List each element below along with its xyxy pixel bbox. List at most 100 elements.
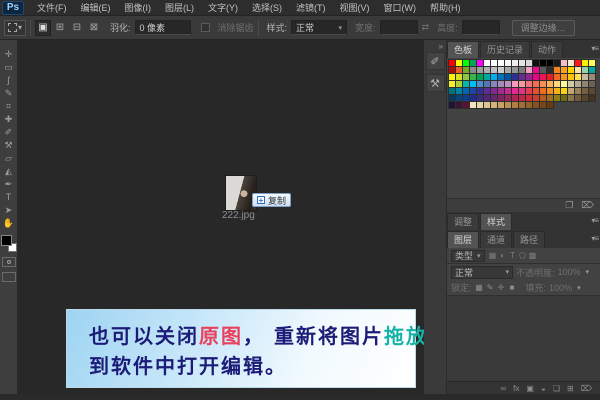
smart-object-filter-icon[interactable]: ▩ — [528, 251, 538, 260]
color-swatch[interactable] — [547, 67, 553, 73]
lock-position-icon[interactable]: ✛ — [497, 283, 506, 292]
color-swatch[interactable] — [582, 95, 588, 101]
color-swatch[interactable] — [456, 102, 462, 108]
add-to-selection-button[interactable]: ⊞ — [52, 20, 68, 36]
color-swatch[interactable] — [589, 60, 595, 66]
tab-layer-1[interactable]: 通道 — [480, 231, 512, 248]
new-layer-icon[interactable]: ⊞ — [567, 384, 574, 393]
color-swatch[interactable] — [505, 74, 511, 80]
color-swatch[interactable] — [519, 102, 525, 108]
color-swatch[interactable] — [589, 95, 595, 101]
intersect-selection-button[interactable]: ⊠ — [86, 20, 102, 36]
color-swatch[interactable] — [491, 81, 497, 87]
color-swatch[interactable] — [456, 74, 462, 80]
color-swatch[interactable] — [519, 95, 525, 101]
color-swatch[interactable] — [512, 60, 518, 66]
color-swatch[interactable] — [540, 74, 546, 80]
layers-list[interactable] — [447, 296, 600, 381]
color-swatch[interactable] — [547, 74, 553, 80]
color-swatch[interactable] — [554, 88, 560, 94]
color-swatch[interactable] — [519, 88, 525, 94]
color-swatch[interactable] — [575, 60, 581, 66]
lasso-tool[interactable]: ʃ — [1, 74, 17, 87]
adjustment-layer-icon[interactable]: ◒ — [541, 384, 546, 393]
lock-all-icon[interactable]: ■ — [508, 283, 517, 292]
color-swatch[interactable] — [582, 60, 588, 66]
color-swatch[interactable] — [512, 81, 518, 87]
color-swatch[interactable] — [449, 95, 455, 101]
color-swatch[interactable] — [477, 60, 483, 66]
color-swatch[interactable] — [505, 81, 511, 87]
color-swatch[interactable] — [456, 60, 462, 66]
color-swatch[interactable] — [533, 74, 539, 80]
color-swatch[interactable] — [568, 88, 574, 94]
color-swatch[interactable] — [470, 74, 476, 80]
color-swatch[interactable] — [568, 67, 574, 73]
color-swatch[interactable] — [561, 95, 567, 101]
color-swatch[interactable] — [575, 95, 581, 101]
color-swatch[interactable] — [463, 74, 469, 80]
color-swatch[interactable] — [540, 60, 546, 66]
color-swatch[interactable] — [449, 74, 455, 80]
shape-filter-icon[interactable]: ⬠ — [518, 251, 528, 260]
menu-item-8[interactable]: 窗口(W) — [377, 0, 424, 16]
marquee-tool[interactable]: ▭ — [1, 61, 17, 74]
opacity-value[interactable]: 100% — [558, 267, 581, 277]
type-tool[interactable]: T — [1, 191, 17, 204]
color-swatch[interactable] — [589, 81, 595, 87]
color-swatch[interactable] — [498, 81, 504, 87]
menu-item-4[interactable]: 文字(Y) — [201, 0, 245, 16]
color-swatch[interactable] — [582, 88, 588, 94]
tab-layer-0[interactable]: 图层 — [447, 231, 479, 248]
color-swatch[interactable] — [533, 60, 539, 66]
color-swatch[interactable] — [589, 67, 595, 73]
crop-tool[interactable]: ⌗ — [1, 100, 17, 113]
color-swatch[interactable] — [540, 88, 546, 94]
color-swatch[interactable] — [533, 67, 539, 73]
color-swatch[interactable] — [547, 102, 553, 108]
color-swatch[interactable] — [561, 81, 567, 87]
color-swatch[interactable] — [449, 88, 455, 94]
color-swatch[interactable] — [547, 95, 553, 101]
color-swatch[interactable] — [526, 81, 532, 87]
color-swatch[interactable] — [484, 102, 490, 108]
color-swatch[interactable] — [456, 81, 462, 87]
lock-transparency-icon[interactable]: ▦ — [475, 283, 484, 292]
color-swatch[interactable] — [512, 67, 518, 73]
color-swatch[interactable] — [477, 74, 483, 80]
color-swatch[interactable] — [505, 88, 511, 94]
color-swatch[interactable] — [491, 67, 497, 73]
healing-brush-tool[interactable]: ✚ — [1, 113, 17, 126]
panel-menu-icon[interactable]: ▾≡ — [591, 216, 598, 225]
color-swatch[interactable] — [470, 81, 476, 87]
color-swatch[interactable] — [463, 67, 469, 73]
tab-top-0[interactable]: 色板 — [447, 41, 479, 58]
screen-mode-button[interactable] — [2, 272, 16, 282]
tab-mid-0[interactable]: 调整 — [447, 213, 479, 230]
color-swatch[interactable] — [568, 60, 574, 66]
color-swatch[interactable] — [477, 67, 483, 73]
color-swatch[interactable] — [540, 67, 546, 73]
color-swatch[interactable] — [575, 88, 581, 94]
color-swatch[interactable] — [449, 67, 455, 73]
menu-item-0[interactable]: 文件(F) — [30, 0, 74, 16]
new-selection-button[interactable]: ▣ — [35, 20, 51, 36]
expand-panels-icon[interactable]: » — [439, 42, 443, 51]
color-swatch[interactable] — [575, 81, 581, 87]
color-swatch[interactable] — [533, 81, 539, 87]
blend-mode-dropdown[interactable]: 正常 ▾ — [451, 266, 513, 279]
color-swatch[interactable] — [554, 81, 560, 87]
blur-tool[interactable]: ◭ — [1, 165, 17, 178]
refine-edge-button[interactable]: 调整边缘… — [512, 20, 575, 36]
style-dropdown[interactable]: 正常 ▾ — [291, 20, 347, 35]
color-swatch[interactable] — [491, 60, 497, 66]
menu-item-3[interactable]: 图层(L) — [158, 0, 201, 16]
color-swatch[interactable] — [470, 95, 476, 101]
color-swatch[interactable] — [484, 74, 490, 80]
color-swatch[interactable] — [512, 74, 518, 80]
color-swatch[interactable] — [512, 88, 518, 94]
color-swatch[interactable] — [519, 60, 525, 66]
color-swatch[interactable] — [484, 88, 490, 94]
menu-item-7[interactable]: 视图(V) — [333, 0, 377, 16]
color-swatch[interactable] — [463, 81, 469, 87]
